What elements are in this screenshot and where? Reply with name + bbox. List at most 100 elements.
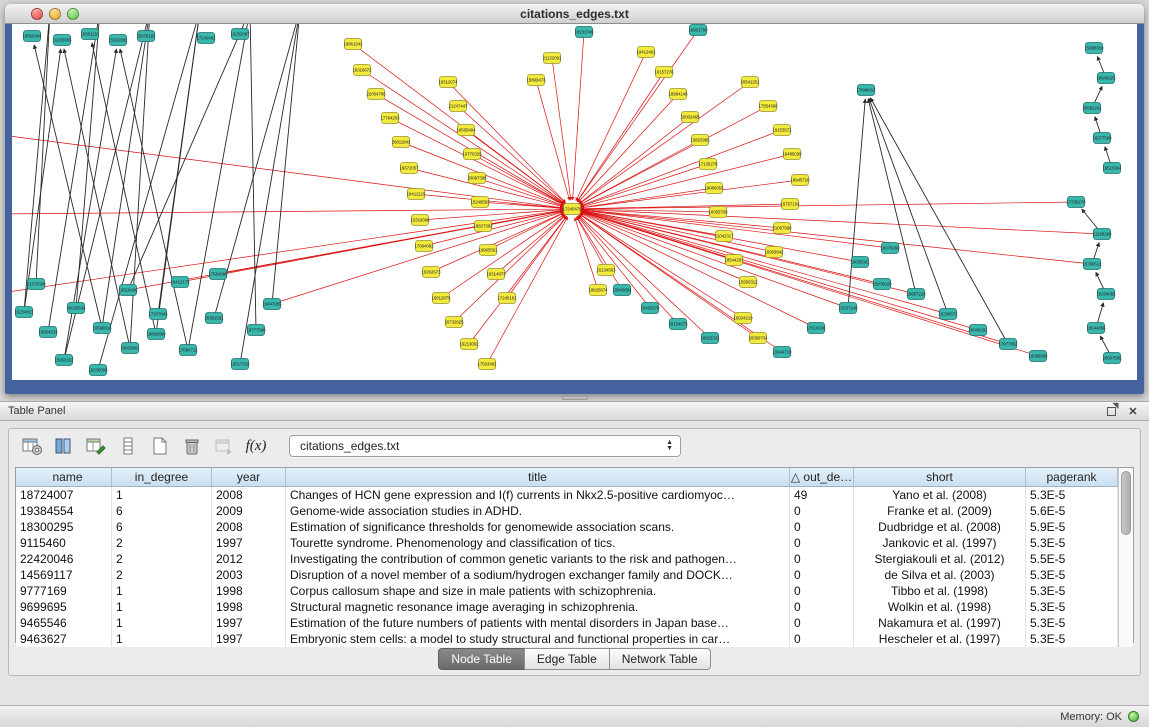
- table-cell[interactable]: 18724007: [16, 487, 112, 503]
- graph-node[interactable]: 20002465: [680, 112, 700, 123]
- table-cell[interactable]: 5.3E-5: [1026, 631, 1118, 647]
- network-graph[interactable]: 1724047919861542183166722206470617784203…: [12, 24, 1137, 380]
- tab-network-table[interactable]: Network Table: [609, 648, 711, 670]
- row-options-button[interactable]: [115, 433, 141, 459]
- graph-node[interactable]: 18777560: [246, 325, 266, 336]
- table-settings-button[interactable]: [19, 433, 45, 459]
- graph-node[interactable]: 20811943: [392, 137, 411, 148]
- table-cell[interactable]: 6: [112, 519, 212, 535]
- table-cell[interactable]: 9699695: [16, 599, 112, 615]
- table-row[interactable]: 1872400712008Changes of HCN gene express…: [16, 487, 1118, 503]
- graph-node[interactable]: 15786512: [1082, 259, 1102, 270]
- table-cell[interactable]: Dudbridge et al. (2008): [854, 519, 1026, 535]
- graph-node[interactable]: 17240161: [497, 293, 517, 304]
- graph-node[interactable]: 16672057: [399, 163, 419, 174]
- graph-node[interactable]: 17554300: [758, 101, 778, 112]
- table-cell[interactable]: Disruption of a novel member of a sodium…: [286, 567, 790, 583]
- table-cell[interactable]: 0: [790, 535, 854, 551]
- window-titlebar[interactable]: citations_edges.txt: [5, 4, 1144, 24]
- table-cell[interactable]: 14569117: [16, 567, 112, 583]
- graph-node[interactable]: 21198290: [1093, 229, 1112, 240]
- graph-node[interactable]: 21122091: [543, 53, 562, 64]
- graph-node[interactable]: 16959942: [764, 247, 784, 258]
- graph-node[interactable]: 17848412: [856, 85, 876, 96]
- table-cell[interactable]: 5.3E-5: [1026, 567, 1118, 583]
- graph-node[interactable]: 18131749: [574, 27, 594, 38]
- graph-node[interactable]: 15845854: [612, 285, 632, 296]
- table-cell[interactable]: 9463627: [16, 631, 112, 647]
- table-row[interactable]: 969969511998Structural magnetic resonanc…: [16, 599, 1118, 615]
- table-cell[interactable]: 2009: [212, 503, 286, 519]
- table-cell[interactable]: Structural magnetic resonance image aver…: [286, 599, 790, 615]
- panel-divider[interactable]: [0, 394, 1149, 401]
- graph-node[interactable]: 18236066: [88, 365, 108, 376]
- minimize-window-button[interactable]: [49, 8, 61, 20]
- table-cell[interactable]: 5.3E-5: [1026, 535, 1118, 551]
- table-cell[interactable]: Embryonic stem cells: a model to study s…: [286, 631, 790, 647]
- graph-node[interactable]: 15976020: [872, 279, 892, 290]
- graph-node[interactable]: 19086053: [704, 183, 724, 194]
- graph-node[interactable]: 17784203: [380, 113, 400, 124]
- table-cell[interactable]: 1997: [212, 615, 286, 631]
- graph-node[interactable]: 19344719: [772, 347, 792, 358]
- table-cell[interactable]: Nakamura et al. (1997): [854, 615, 1026, 631]
- graph-node[interactable]: 20007505: [1102, 353, 1122, 364]
- table-cell[interactable]: 0: [790, 615, 854, 631]
- table-cell[interactable]: 1: [112, 599, 212, 615]
- table-cell[interactable]: 0: [790, 503, 854, 519]
- column-header-0[interactable]: name: [16, 468, 112, 486]
- graph-node[interactable]: 16277598: [1092, 133, 1112, 144]
- graph-node[interactable]: 18945720: [790, 175, 810, 186]
- table-cell[interactable]: Wolkin et al. (1998): [854, 599, 1026, 615]
- table-cell[interactable]: Changes of HCN gene expression and I(f) …: [286, 487, 790, 503]
- table-cell[interactable]: Genome-wide association studies in ADHD.: [286, 503, 790, 519]
- graph-node[interactable]: 18604233: [38, 327, 58, 338]
- table-cell[interactable]: 5.3E-5: [1026, 615, 1118, 631]
- graph-node[interactable]: 19861542: [343, 39, 363, 50]
- close-window-button[interactable]: [31, 8, 43, 20]
- graph-node[interactable]: 19965561: [478, 245, 498, 256]
- table-cell[interactable]: Tibbo et al. (1998): [854, 583, 1026, 599]
- table-row[interactable]: 946362711997Embryonic stem cells: a mode…: [16, 631, 1118, 647]
- graph-node[interactable]: 17240479: [562, 204, 582, 215]
- graph-node[interactable]: 20087395: [467, 173, 487, 184]
- table-cell[interactable]: 1: [112, 583, 212, 599]
- graph-node[interactable]: 16157278: [654, 67, 674, 78]
- network-canvas[interactable]: 1724047919861542183166722206470617784203…: [12, 24, 1137, 380]
- table-cell[interactable]: Estimation of significance thresholds fo…: [286, 519, 790, 535]
- table-cell[interactable]: Stergiakouli et al. (2012): [854, 551, 1026, 567]
- table-cell[interactable]: 2008: [212, 487, 286, 503]
- table-cell[interactable]: 5.3E-5: [1026, 583, 1118, 599]
- graph-node[interactable]: 16815322: [700, 333, 720, 344]
- import-table-button[interactable]: [211, 433, 237, 459]
- float-panel-button[interactable]: [1103, 404, 1119, 418]
- graph-node[interactable]: 20678182: [136, 31, 156, 42]
- graph-node[interactable]: 15950312: [54, 355, 74, 366]
- column-header-4[interactable]: △ out_de…: [790, 468, 854, 486]
- table-cell[interactable]: 2003: [212, 567, 286, 583]
- graph-node[interactable]: 15817015: [230, 359, 250, 370]
- column-header-6[interactable]: pagerank: [1026, 468, 1118, 486]
- graph-node[interactable]: 17339270: [1066, 197, 1086, 208]
- graph-node[interactable]: 16485039: [782, 149, 802, 160]
- graph-node[interactable]: 19860850: [146, 329, 166, 340]
- table-cell[interactable]: 5.5E-5: [1026, 551, 1118, 567]
- graph-node[interactable]: 19412461: [636, 47, 656, 58]
- table-cell[interactable]: 5.3E-5: [1026, 599, 1118, 615]
- graph-node[interactable]: 19398956: [1028, 351, 1048, 362]
- table-cell[interactable]: 2: [112, 567, 212, 583]
- graph-node[interactable]: 18412115: [407, 189, 426, 200]
- graph-node[interactable]: 15302081: [108, 35, 128, 46]
- graph-node[interactable]: 18625874: [588, 285, 608, 296]
- table-source-select[interactable]: citations_edges.txt ▲▼: [289, 435, 681, 457]
- table-cell[interactable]: 1997: [212, 535, 286, 551]
- graph-node[interactable]: 15823385: [690, 135, 710, 146]
- table-cell[interactable]: 2: [112, 535, 212, 551]
- graph-node[interactable]: 15249583: [470, 197, 490, 208]
- table-cell[interactable]: 19384554: [16, 503, 112, 519]
- tab-edge-table[interactable]: Edge Table: [524, 648, 610, 670]
- graph-node[interactable]: 17094082: [414, 241, 434, 252]
- close-panel-button[interactable]: ✕: [1125, 404, 1141, 418]
- table-cell[interactable]: Franke et al. (2009): [854, 503, 1026, 519]
- table-cell[interactable]: Yano et al. (2008): [854, 487, 1026, 503]
